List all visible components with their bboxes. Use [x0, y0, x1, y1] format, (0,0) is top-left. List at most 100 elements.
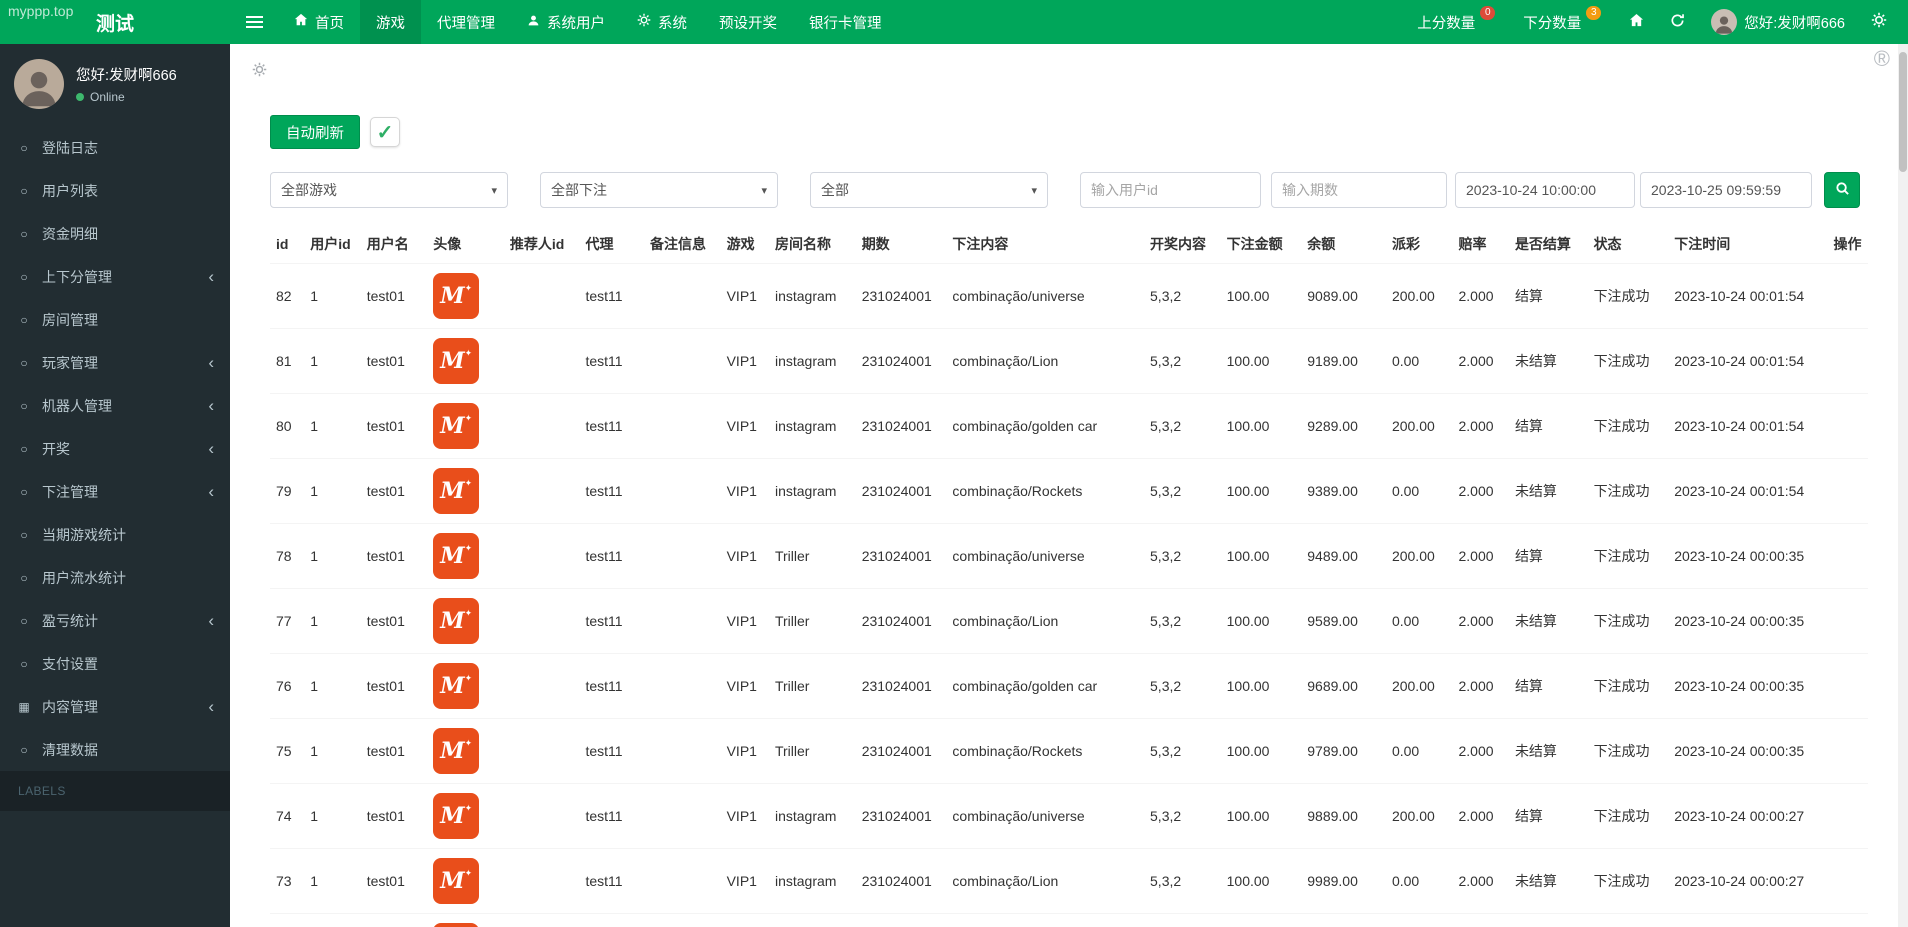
cell-room: instagram — [769, 849, 856, 914]
brand-logo[interactable]: 测试 — [0, 0, 230, 44]
cell-avatar: M✦ — [427, 589, 504, 654]
sidebar-item[interactable]: ○支付设置 — [0, 642, 230, 685]
circle-icon: ○ — [16, 657, 32, 671]
column-header: 是否结算 — [1509, 224, 1588, 264]
cell-payout: 0.00 — [1386, 719, 1453, 784]
user-menu[interactable]: 您好:发财啊666 — [1698, 0, 1858, 44]
cell-balance: 9189.00 — [1301, 329, 1386, 394]
cell-action — [1827, 459, 1868, 524]
date-from-input[interactable] — [1455, 172, 1635, 208]
status-filter-select[interactable]: 全部 ▾ — [810, 172, 1048, 208]
home-shortcut-button[interactable] — [1616, 0, 1657, 44]
sidebar-item[interactable]: ○盈亏统计‹ — [0, 599, 230, 642]
sidebar-item[interactable]: ○清理数据 — [0, 728, 230, 771]
cell-remark — [644, 589, 721, 654]
game-filter-select[interactable]: 全部游戏 ▾ — [270, 172, 508, 208]
cell-user-id: 1 — [304, 654, 360, 719]
auto-refresh-button[interactable]: 自动刷新 — [270, 115, 360, 149]
sidebar-item[interactable]: ○资金明细 — [0, 212, 230, 255]
chevron-left-icon: ‹ — [208, 268, 214, 285]
sidebar-item[interactable]: ○开奖‹ — [0, 427, 230, 470]
sidebar-item-label: 房间管理 — [42, 310, 98, 330]
nav-item[interactable]: 系统 — [621, 0, 703, 44]
cell-time: 2023-10-24 00:01:54 — [1668, 329, 1827, 394]
sidebar-item[interactable]: ○用户流水统计 — [0, 556, 230, 599]
cell-odds: 2.000 — [1452, 719, 1508, 784]
cell-username: test01 — [361, 264, 428, 329]
search-button[interactable] — [1824, 172, 1860, 208]
down-score-link[interactable]: 下分数量 3 — [1510, 0, 1616, 44]
nav-item-label: 首页 — [315, 12, 344, 33]
user-avatar-image: M✦ — [433, 533, 479, 579]
sidebar-item[interactable]: ○玩家管理‹ — [0, 341, 230, 384]
scrollbar-thumb[interactable] — [1899, 52, 1907, 172]
sidebar-item[interactable]: ○下注管理‹ — [0, 470, 230, 513]
cell-action — [1827, 264, 1868, 329]
cell-remark — [644, 654, 721, 719]
cell-id: 72 — [270, 914, 304, 927]
cell-balance: 9789.00 — [1301, 719, 1386, 784]
column-header: 操作 — [1827, 224, 1868, 264]
cell-agent: test11 — [579, 914, 644, 927]
sidebar-user-panel: 您好:发财啊666 Online — [0, 44, 230, 122]
registered-watermark: ® — [1874, 46, 1890, 72]
sidebar-item[interactable]: ○上下分管理‹ — [0, 255, 230, 298]
nav-item[interactable]: 代理管理 — [421, 0, 511, 44]
cell-odds: 2.000 — [1452, 784, 1508, 849]
user-id-input[interactable] — [1080, 172, 1261, 208]
chevron-left-icon: ‹ — [208, 698, 214, 715]
nav-item[interactable]: 系统用户 — [511, 0, 621, 44]
cell-referrer — [504, 654, 580, 719]
cell-action — [1827, 784, 1868, 849]
table-row: 791test01M✦test11VIP1instagram231024001c… — [270, 459, 1868, 524]
sidebar-item[interactable]: ○机器人管理‹ — [0, 384, 230, 427]
sidebar-item[interactable]: ○用户列表 — [0, 169, 230, 212]
online-label: Online — [90, 90, 125, 104]
settings-button[interactable] — [1858, 0, 1900, 44]
nav-item[interactable]: 游戏 — [360, 0, 421, 44]
nav-item-label: 系统 — [658, 12, 687, 33]
cell-payout: 200.00 — [1386, 264, 1453, 329]
cell-balance: 9489.00 — [1301, 524, 1386, 589]
cell-referrer — [504, 914, 580, 927]
cell-amount: 100.00 — [1221, 719, 1302, 784]
sidebar-item[interactable]: ○登陆日志 — [0, 126, 230, 169]
column-header: 代理 — [579, 224, 644, 264]
date-to-input[interactable] — [1640, 172, 1812, 208]
column-header: 赔率 — [1452, 224, 1508, 264]
nav-item[interactable]: 银行卡管理 — [793, 0, 898, 44]
auto-refresh-checkbox[interactable]: ✓ — [370, 117, 400, 147]
sidebar-toggle-button[interactable] — [230, 0, 278, 44]
sidebar-item[interactable]: ○当期游戏统计 — [0, 513, 230, 556]
cell-room: instagram — [769, 914, 856, 927]
cell-status: 下注成功 — [1588, 524, 1669, 589]
column-header: 备注信息 — [644, 224, 721, 264]
nav-item[interactable]: 首页 — [278, 0, 360, 44]
sidebar-item[interactable]: ○房间管理 — [0, 298, 230, 341]
cell-avatar: M✦ — [427, 394, 504, 459]
period-input[interactable] — [1271, 172, 1447, 208]
cell-room: instagram — [769, 394, 856, 459]
cell-balance: 9689.00 — [1301, 654, 1386, 719]
sidebar-item[interactable]: ▦内容管理‹ — [0, 685, 230, 728]
nav-item[interactable]: 预设开奖 — [703, 0, 793, 44]
circle-icon: ○ — [16, 141, 32, 155]
cell-status: 下注成功 — [1588, 459, 1669, 524]
sidebar-item-label: 盈亏统计 — [42, 611, 98, 631]
settings-gear-icon[interactable] — [252, 62, 267, 82]
cell-remark — [644, 784, 721, 849]
cell-status: 下注成功 — [1588, 849, 1669, 914]
bet-filter-select[interactable]: 全部下注 ▾ — [540, 172, 778, 208]
user-avatar-image: M✦ — [433, 923, 479, 927]
table-row: 821test01M✦test11VIP1instagram231024001c… — [270, 264, 1868, 329]
refresh-button[interactable] — [1657, 0, 1698, 44]
cell-payout: 0.00 — [1386, 849, 1453, 914]
cell-game: VIP1 — [721, 719, 769, 784]
column-header: 游戏 — [721, 224, 769, 264]
bet-filter-value: 全部下注 — [551, 180, 607, 200]
up-score-link[interactable]: 上分数量 0 — [1404, 0, 1510, 44]
cell-period: 231024001 — [856, 524, 947, 589]
circle-icon: ○ — [16, 485, 32, 499]
cell-agent: test11 — [579, 849, 644, 914]
vertical-scrollbar[interactable] — [1898, 44, 1908, 927]
